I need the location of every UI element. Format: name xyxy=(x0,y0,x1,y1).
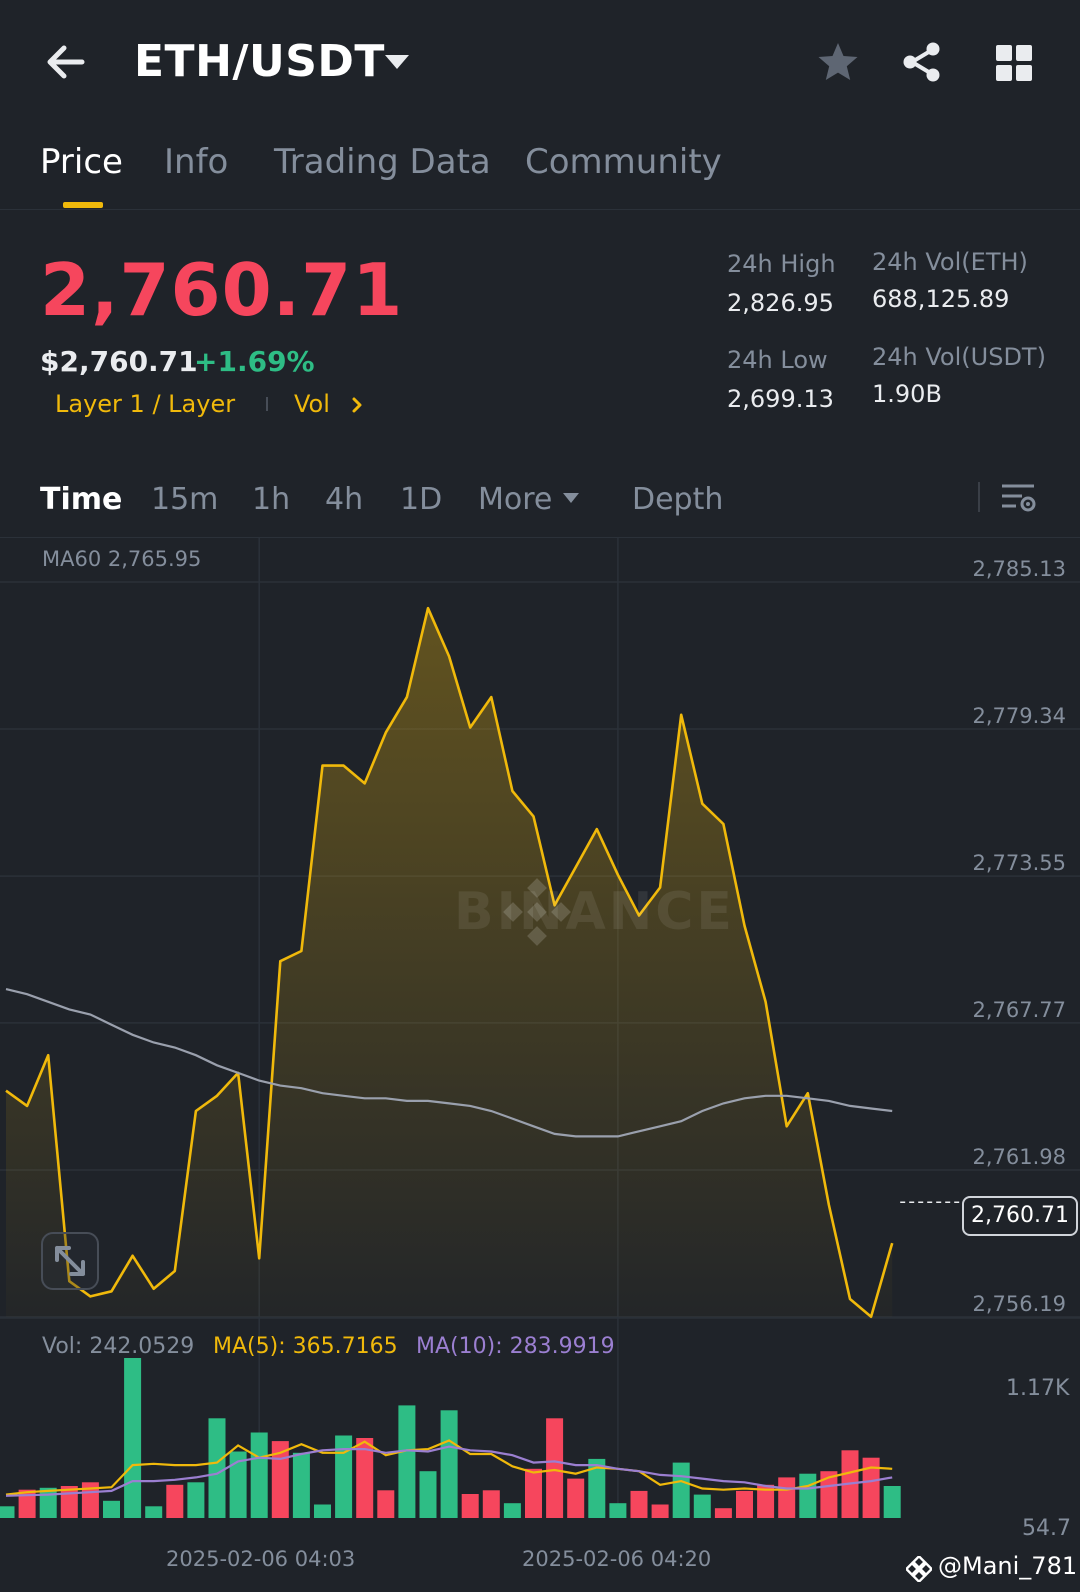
vol-link[interactable]: Vol xyxy=(294,390,330,418)
expand-icon xyxy=(55,1246,85,1276)
y-tick-label: 2,785.13 xyxy=(972,557,1066,581)
volume-bar xyxy=(166,1484,184,1518)
star-icon[interactable] xyxy=(816,40,860,84)
volume-bar xyxy=(335,1435,353,1518)
vol-usdt-value: 1.90B xyxy=(872,380,942,408)
volume-bar xyxy=(546,1418,564,1518)
volume-bar xyxy=(103,1500,120,1518)
fullscreen-button[interactable] xyxy=(41,1232,99,1290)
usd-price: $2,760.71 xyxy=(40,345,198,378)
volume-bar xyxy=(567,1478,585,1518)
interval-depth[interactable]: Depth xyxy=(632,482,723,517)
volume-bar xyxy=(799,1473,817,1518)
price-change: +1.69% xyxy=(194,345,315,378)
interval-more[interactable]: More xyxy=(478,482,552,517)
interval-time[interactable]: Time xyxy=(40,482,122,517)
volume-bar xyxy=(609,1503,627,1518)
volume-bar xyxy=(503,1503,521,1518)
last-price: 2,760.71 xyxy=(40,248,404,332)
price-area xyxy=(6,608,893,1317)
y-tick-label: 2,756.19 xyxy=(972,1292,1066,1316)
chevron-right-icon[interactable] xyxy=(350,396,364,414)
low-value: 2,699.13 xyxy=(727,385,834,413)
volume-bar xyxy=(145,1506,163,1518)
volume-bar xyxy=(714,1508,732,1518)
volume-bar xyxy=(736,1490,753,1518)
interval-1h[interactable]: 1h xyxy=(252,482,290,517)
chart-settings-icon[interactable] xyxy=(1000,480,1036,516)
volume-bar xyxy=(461,1494,479,1518)
tab-community[interactable]: Community xyxy=(525,142,722,182)
volume-bar xyxy=(482,1490,500,1518)
share-icon[interactable] xyxy=(900,40,944,84)
y-tick-label: 2,767.77 xyxy=(972,998,1066,1022)
interval-1d[interactable]: 1D xyxy=(400,482,442,517)
low-label: 24h Low xyxy=(727,346,828,374)
vol-eth-label: 24h Vol(ETH) xyxy=(872,248,1028,276)
current-price-marker: 2,760.71 xyxy=(962,1196,1078,1236)
vol-axis-max: 1.17K xyxy=(1006,1376,1070,1401)
interval-bar: Time 15m 1h 4h 1D More Depth xyxy=(0,460,1080,538)
volume-bar xyxy=(651,1504,669,1518)
back-arrow-icon[interactable] xyxy=(42,40,92,84)
tab-trading-data[interactable]: Trading Data xyxy=(274,142,491,182)
active-tab-indicator xyxy=(63,202,103,208)
ma60-legend: MA60 2,765.95 xyxy=(42,547,202,571)
vol-usdt-label: 24h Vol(USDT) xyxy=(872,343,1046,371)
tab-price[interactable]: Price xyxy=(40,142,123,182)
vol-axis-min: 54.7 xyxy=(1022,1516,1071,1541)
volume-bar xyxy=(0,1506,15,1518)
volume-bar xyxy=(525,1468,542,1518)
tab-bar: Price Info Trading Data Community xyxy=(0,130,1080,210)
volume-bar xyxy=(292,1452,310,1518)
volume-bar xyxy=(440,1410,458,1518)
time-label-end: 2025-02-06 04:20 xyxy=(522,1547,712,1571)
volume-bar xyxy=(419,1471,437,1518)
grid-icon[interactable] xyxy=(994,43,1034,83)
price-chart[interactable]: 2,785.13 2,779.34 2,773.55 2,767.77 2,761.98… xyxy=(0,538,1080,1558)
y-tick-label: 2,773.55 xyxy=(972,851,1066,875)
interval-15m[interactable]: 15m xyxy=(151,482,218,517)
tag-divider xyxy=(266,397,268,411)
binance-watermark: BINANCE xyxy=(454,882,735,942)
pair-title[interactable]: ETH/USDT xyxy=(134,36,385,87)
ma5-legend: MA(5): 365.7165 xyxy=(213,1334,398,1359)
volume-bar xyxy=(778,1477,796,1518)
caret-down-icon[interactable] xyxy=(562,492,580,504)
volume-bar xyxy=(672,1462,690,1518)
volume-bar xyxy=(250,1432,268,1518)
vol-eth-value: 688,125.89 xyxy=(872,285,1010,313)
y-tick-label: 2,761.98 xyxy=(972,1145,1066,1169)
volume-bar xyxy=(124,1358,142,1518)
category-tag[interactable]: Layer 1 / Layer xyxy=(55,390,235,418)
high-value: 2,826.95 xyxy=(727,289,834,317)
volume-bar xyxy=(883,1486,901,1518)
volume-bar xyxy=(208,1418,226,1518)
volume-bar xyxy=(314,1504,331,1518)
vol-legend: Vol: 242.0529 xyxy=(42,1334,195,1359)
volume-bar xyxy=(630,1490,648,1518)
volume-bar xyxy=(377,1490,395,1518)
high-label: 24h High xyxy=(727,250,836,278)
time-label-start: 2025-02-06 04:03 xyxy=(166,1547,356,1571)
volume-bar xyxy=(398,1405,416,1518)
y-tick-label: 2,779.34 xyxy=(972,704,1066,728)
interval-divider xyxy=(978,482,980,512)
tab-info[interactable]: Info xyxy=(164,142,228,182)
volume-bar xyxy=(693,1494,711,1518)
interval-4h[interactable]: 4h xyxy=(325,482,363,517)
dropdown-icon[interactable] xyxy=(383,52,411,72)
volume-bar xyxy=(187,1482,205,1518)
ma10-legend: MA(10): 283.9919 xyxy=(416,1334,615,1359)
binance-logo-icon xyxy=(906,1556,932,1582)
user-credit: @Mani_781 xyxy=(938,1552,1078,1580)
header: ETH/USDT xyxy=(0,0,1080,125)
